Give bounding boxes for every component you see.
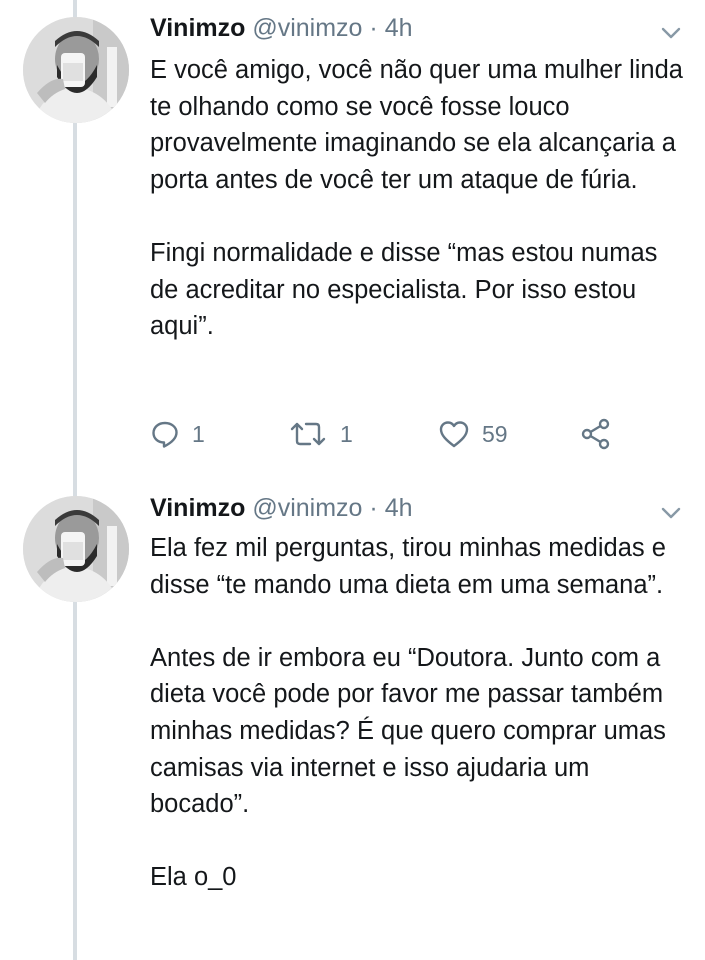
header-separator: · — [369, 494, 378, 522]
share-icon — [580, 418, 612, 450]
chevron-down-icon[interactable] — [660, 502, 682, 524]
tweet-paragraph: E você amigo, você não quer uma mulher l… — [150, 56, 683, 194]
reply-count: 1 — [192, 420, 205, 447]
chevron-down-icon[interactable] — [660, 22, 682, 44]
tweet-timestamp[interactable]: 4h — [385, 494, 413, 522]
tweet-text: Ela fez mil perguntas, tirou minhas medi… — [150, 530, 690, 896]
tweet-text: E você amigo, você não quer uma mulher l… — [150, 52, 690, 345]
author-name[interactable]: Vinimzo — [150, 14, 245, 42]
avatar-photo — [23, 17, 129, 123]
tweet-header: Vinimzo @vinimzo · 4h — [150, 10, 413, 46]
avatar[interactable] — [23, 17, 129, 123]
reply-button[interactable]: 1 — [150, 414, 205, 454]
author-handle[interactable]: @vinimzo — [252, 494, 362, 522]
like-button[interactable]: 59 — [438, 414, 508, 454]
heart-icon — [438, 419, 470, 449]
share-button[interactable] — [580, 414, 612, 454]
tweet-paragraph: Ela o_0 — [150, 863, 237, 892]
retweet-count: 1 — [340, 420, 353, 447]
avatar-photo — [23, 496, 129, 602]
author-name[interactable]: Vinimzo — [150, 494, 245, 522]
tweet-paragraph: Antes de ir embora eu “Doutora. Junto co… — [150, 643, 666, 819]
like-count: 59 — [482, 420, 508, 447]
retweet-icon — [288, 419, 328, 449]
author-handle[interactable]: @vinimzo — [252, 14, 362, 42]
tweet-header: Vinimzo @vinimzo · 4h — [150, 490, 413, 526]
header-separator: · — [369, 14, 378, 42]
thread-connector-line — [73, 0, 77, 960]
tweet-paragraph: Fingi normalidade e disse “mas estou num… — [150, 238, 658, 341]
reply-icon — [150, 419, 180, 449]
retweet-button[interactable]: 1 — [288, 414, 353, 454]
avatar[interactable] — [23, 496, 129, 602]
tweet-paragraph: Ela fez mil perguntas, tirou minhas medi… — [150, 534, 666, 599]
tweet-actions: 1 1 59 — [150, 414, 630, 454]
tweet-timestamp[interactable]: 4h — [385, 14, 413, 42]
